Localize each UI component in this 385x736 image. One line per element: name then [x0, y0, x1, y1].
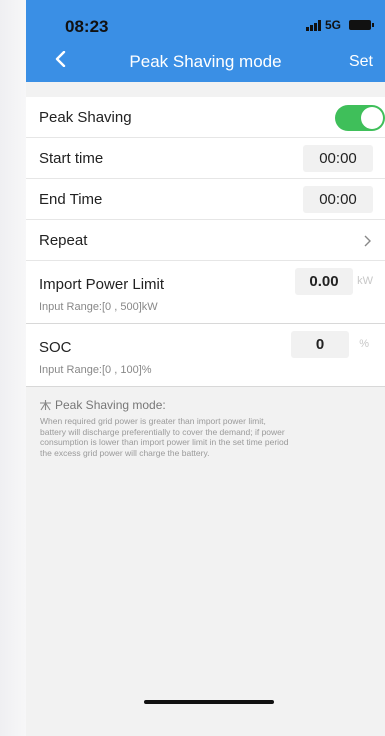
soc-label: SOC [39, 339, 72, 356]
import-power-row: Import Power Limit 0.00 kW Input Range:[… [26, 261, 385, 324]
start-time-label: Start time [39, 149, 104, 167]
repeat-row[interactable]: Repeat [26, 220, 385, 261]
import-power-hint: Input Range:[0 , 500]kW [39, 301, 158, 313]
start-time-value[interactable]: 00:00 [303, 145, 373, 172]
network-label: 5G [324, 18, 341, 32]
import-power-unit: kW [357, 275, 373, 287]
app-header: 08:23 5G Peak Shaving mode Set [26, 0, 385, 82]
soc-input[interactable]: 0 [291, 331, 349, 358]
page-title: Peak Shaving mode [129, 52, 282, 71]
signal-icon [305, 19, 321, 31]
peak-shaving-label: Peak Shaving [39, 108, 132, 126]
phone-screen: 08:23 5G Peak Shaving mode Set Peak Shav… [26, 0, 385, 736]
note-line: consumption is lower than import power l… [40, 437, 289, 447]
start-time-row[interactable]: Start time 00:00 [26, 138, 385, 179]
note-line: battery will discharge preferentially to… [40, 426, 285, 437]
set-button[interactable]: Set [349, 53, 373, 71]
note-title-row: Peak Shaving mode: [39, 398, 379, 412]
note-line: the excess grid power will charge the ba… [40, 447, 210, 458]
note-text: When required grid power is greater than… [39, 416, 379, 458]
status-indicators: 5G [305, 18, 374, 32]
end-time-value[interactable]: 00:00 [303, 186, 373, 213]
note-line: When required grid power is greater than… [40, 416, 266, 426]
soc-row: SOC 0 % Input Range:[0 , 100]% [26, 324, 385, 387]
info-icon [40, 400, 51, 411]
peak-shaving-row: Peak Shaving [26, 97, 385, 138]
note-title: Peak Shaving mode: [55, 398, 166, 412]
repeat-label: Repeat [39, 231, 88, 249]
soc-unit: % [359, 338, 369, 350]
info-note: Peak Shaving mode: When required grid po… [39, 398, 379, 458]
end-time-row[interactable]: End Time 00:00 [26, 179, 385, 220]
soc-hint: Input Range:[0 , 100]% [39, 364, 152, 376]
end-time-label: End Time [39, 190, 103, 208]
home-indicator[interactable] [144, 700, 274, 704]
toggle-knob [361, 107, 383, 129]
peak-shaving-toggle[interactable] [335, 105, 385, 131]
status-time: 08:23 [65, 17, 109, 36]
battery-icon [349, 20, 374, 30]
import-power-label: Import Power Limit [39, 276, 165, 293]
import-power-input[interactable]: 0.00 [295, 268, 353, 295]
chevron-right-icon [364, 235, 371, 247]
settings-list: Peak Shaving Start time 00:00 End Time 0… [26, 97, 385, 387]
background-left [0, 0, 26, 736]
